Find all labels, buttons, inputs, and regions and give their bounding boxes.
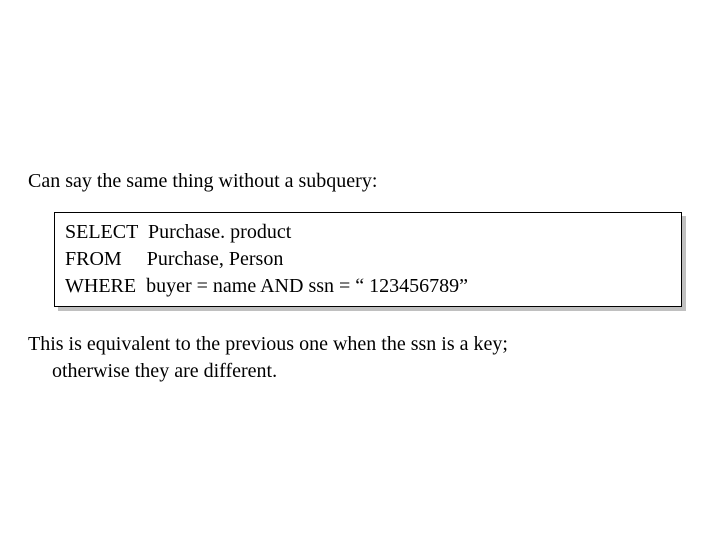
outro-paragraph: This is equivalent to the previous one w… <box>28 331 692 385</box>
outro-line-1: This is equivalent to the previous one w… <box>28 331 692 358</box>
slide-content: Can say the same thing without a subquer… <box>28 168 692 385</box>
code-line-1: SELECT Purchase. product <box>65 219 671 246</box>
outro-line-2: otherwise they are different. <box>28 358 692 385</box>
code-block-wrapper: SELECT Purchase. product FROM Purchase, … <box>54 212 682 307</box>
code-block: SELECT Purchase. product FROM Purchase, … <box>54 212 682 307</box>
intro-paragraph: Can say the same thing without a subquer… <box>28 168 692 194</box>
code-line-2: FROM Purchase, Person <box>65 246 671 273</box>
code-line-3: WHERE buyer = name AND ssn = “ 123456789… <box>65 273 671 300</box>
